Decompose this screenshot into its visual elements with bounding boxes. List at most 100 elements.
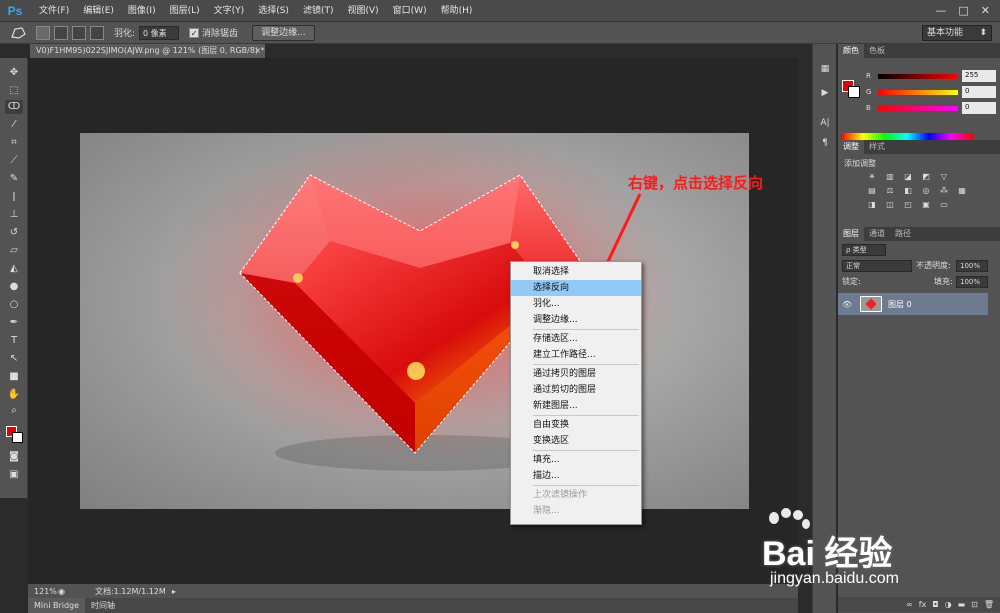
new-adjustment-icon[interactable]: ◑ bbox=[945, 600, 952, 609]
subtract-selection-mode-button[interactable] bbox=[72, 25, 86, 40]
context-menu-item[interactable]: 建立工作路径... bbox=[511, 347, 641, 363]
context-menu-item[interactable]: 通过剪切的图层 bbox=[511, 382, 641, 398]
selective-color-icon[interactable]: ▣ bbox=[920, 200, 932, 210]
layer-row[interactable]: 👁 图层 0 bbox=[838, 293, 988, 315]
menu-item-5[interactable]: 选择(S) bbox=[251, 0, 296, 22]
black-white-icon[interactable]: ◧ bbox=[902, 186, 914, 196]
invert-icon[interactable]: ◨ bbox=[866, 200, 878, 210]
brightness-icon[interactable]: ☀ bbox=[866, 172, 878, 182]
context-menu-item[interactable]: 选择反向 bbox=[511, 280, 641, 296]
paragraph-panel-icon[interactable]: ¶ bbox=[818, 138, 832, 150]
menu-item-3[interactable]: 图层(L) bbox=[163, 0, 207, 22]
feather-input[interactable]: 0 像素 bbox=[139, 25, 180, 40]
workspace-select[interactable]: 基本功能 ⬍ bbox=[922, 25, 992, 41]
status-menu-arrow-icon[interactable]: ▸ bbox=[172, 587, 176, 596]
layer-name[interactable]: 图层 0 bbox=[888, 299, 912, 310]
photo-filter-icon[interactable]: ◎ bbox=[920, 186, 932, 196]
paint-bucket-tool-icon[interactable]: ◭ bbox=[5, 262, 23, 276]
fill-input[interactable]: 100% bbox=[956, 276, 988, 288]
dodge-tool-icon[interactable]: ○ bbox=[5, 298, 23, 312]
intersect-selection-mode-button[interactable] bbox=[90, 25, 104, 40]
close-window-icon[interactable]: ✕ bbox=[981, 4, 990, 17]
context-menu-item[interactable]: 描边... bbox=[511, 468, 641, 484]
eraser-tool-icon[interactable]: ▱ bbox=[5, 244, 23, 258]
context-menu-item[interactable]: 取消选择 bbox=[511, 264, 641, 280]
posterize-icon[interactable]: ◫ bbox=[884, 200, 896, 210]
menu-item-1[interactable]: 编辑(E) bbox=[76, 0, 121, 22]
trash-icon[interactable]: 🗑 bbox=[984, 600, 994, 609]
polygonal-lasso-tool-preset-icon[interactable] bbox=[6, 24, 32, 42]
actions-panel-icon[interactable]: ▶ bbox=[818, 88, 832, 100]
context-menu-item[interactable]: 存储选区... bbox=[511, 331, 641, 347]
tab-paths[interactable]: 路径 bbox=[890, 227, 916, 241]
background-color-swatch[interactable] bbox=[12, 432, 23, 443]
magic-wand-tool-icon[interactable]: ⁄ bbox=[5, 118, 23, 132]
history-panel-icon[interactable]: ▦ bbox=[818, 64, 832, 76]
move-tool-icon[interactable]: ✥ bbox=[5, 66, 23, 80]
marquee-tool-icon[interactable]: ⬚ bbox=[5, 84, 23, 98]
tab-timeline[interactable]: 时间轴 bbox=[85, 598, 121, 613]
color-slider-g[interactable]: G0 bbox=[866, 86, 1000, 98]
rectangle-tool-icon[interactable]: ■ bbox=[5, 370, 23, 384]
eyedropper-tool-icon[interactable]: ⟋ bbox=[5, 154, 23, 168]
color-slider-value[interactable]: 255 bbox=[962, 70, 996, 82]
context-menu-item[interactable]: 通过拷贝的图层 bbox=[511, 366, 641, 382]
color-balance-icon[interactable]: ⚖ bbox=[884, 186, 896, 196]
menu-item-9[interactable]: 帮助(H) bbox=[434, 0, 480, 22]
channel-mixer-icon[interactable]: ⁂ bbox=[938, 186, 950, 196]
color-slider-value[interactable]: 0 bbox=[962, 102, 996, 114]
link-layers-icon[interactable]: ∞ bbox=[906, 600, 913, 609]
blur-tool-icon[interactable]: ● bbox=[5, 280, 23, 294]
color-slider-b[interactable]: B0 bbox=[866, 102, 1000, 114]
minimize-icon[interactable]: — bbox=[935, 4, 946, 17]
menu-item-6[interactable]: 滤镜(T) bbox=[296, 0, 341, 22]
tab-styles[interactable]: 样式 bbox=[864, 140, 890, 154]
menu-item-2[interactable]: 图像(I) bbox=[121, 0, 163, 22]
type-tool-icon[interactable]: T bbox=[5, 334, 23, 348]
tab-channels[interactable]: 通道 bbox=[864, 227, 890, 241]
hand-tool-icon[interactable]: ✋ bbox=[5, 388, 23, 402]
color-slider-value[interactable]: 0 bbox=[962, 86, 996, 98]
screen-mode-icon[interactable]: ▣ bbox=[5, 468, 23, 482]
character-panel-icon[interactable]: A| bbox=[818, 118, 832, 130]
tab-color[interactable]: 颜色 bbox=[838, 44, 864, 58]
curves-icon[interactable]: ◪ bbox=[902, 172, 914, 182]
tab-adjustments[interactable]: 调整 bbox=[838, 140, 864, 154]
vibrance-icon[interactable]: ▽ bbox=[938, 172, 950, 182]
menu-item-8[interactable]: 窗口(W) bbox=[386, 0, 434, 22]
context-menu-item[interactable]: 新建图层... bbox=[511, 398, 641, 414]
color-panel-background-swatch[interactable] bbox=[848, 86, 860, 98]
pen-tool-icon[interactable]: ✒ bbox=[5, 316, 23, 330]
path-selection-tool-icon[interactable]: ↖ bbox=[5, 352, 23, 366]
quick-mask-icon[interactable]: ◙ bbox=[5, 450, 23, 464]
menu-item-4[interactable]: 文字(Y) bbox=[207, 0, 252, 22]
lasso-tool-icon[interactable]: ↀ bbox=[5, 100, 23, 114]
context-menu-item[interactable]: 变换选区 bbox=[511, 433, 641, 449]
antialias-checkbox[interactable]: ✓ bbox=[189, 27, 200, 38]
color-slider-track[interactable] bbox=[878, 106, 958, 111]
add-selection-mode-button[interactable] bbox=[54, 25, 68, 40]
new-layer-icon[interactable]: ⊡ bbox=[971, 600, 978, 609]
tab-layers[interactable]: 图层 bbox=[838, 227, 864, 241]
color-lookup-icon[interactable]: ▦ bbox=[956, 186, 968, 196]
context-menu-item[interactable]: 填充... bbox=[511, 452, 641, 468]
close-icon[interactable]: × bbox=[254, 44, 261, 58]
eye-icon[interactable]: 👁 bbox=[842, 300, 856, 309]
opacity-input[interactable]: 100% bbox=[956, 260, 988, 272]
context-menu-item[interactable]: 调整边缘... bbox=[511, 312, 641, 328]
menu-item-0[interactable]: 文件(F) bbox=[32, 0, 76, 22]
gradient-map-icon[interactable]: ▭ bbox=[938, 200, 950, 210]
zoom-tool-icon[interactable]: ⌕ bbox=[5, 404, 23, 418]
add-mask-icon[interactable]: ◘ bbox=[932, 600, 938, 609]
tab-mini-bridge[interactable]: Mini Bridge bbox=[28, 598, 86, 613]
context-menu-item[interactable]: 羽化... bbox=[511, 296, 641, 312]
layer-filter-select[interactable]: ρ 类型 bbox=[842, 244, 886, 256]
new-selection-mode-button[interactable] bbox=[36, 25, 50, 40]
blend-mode-select[interactable]: 正常 bbox=[842, 260, 912, 272]
document-tab[interactable]: V0)F1HM95)022SJIMO(AJW.png @ 121% (图层 0,… bbox=[30, 44, 265, 58]
levels-icon[interactable]: ▥ bbox=[884, 172, 896, 182]
exposure-icon[interactable]: ◩ bbox=[920, 172, 932, 182]
history-brush-tool-icon[interactable]: ↺ bbox=[5, 226, 23, 240]
brush-tool-icon[interactable]: ǀ bbox=[5, 190, 23, 204]
maximize-icon[interactable]: □ bbox=[958, 4, 968, 17]
